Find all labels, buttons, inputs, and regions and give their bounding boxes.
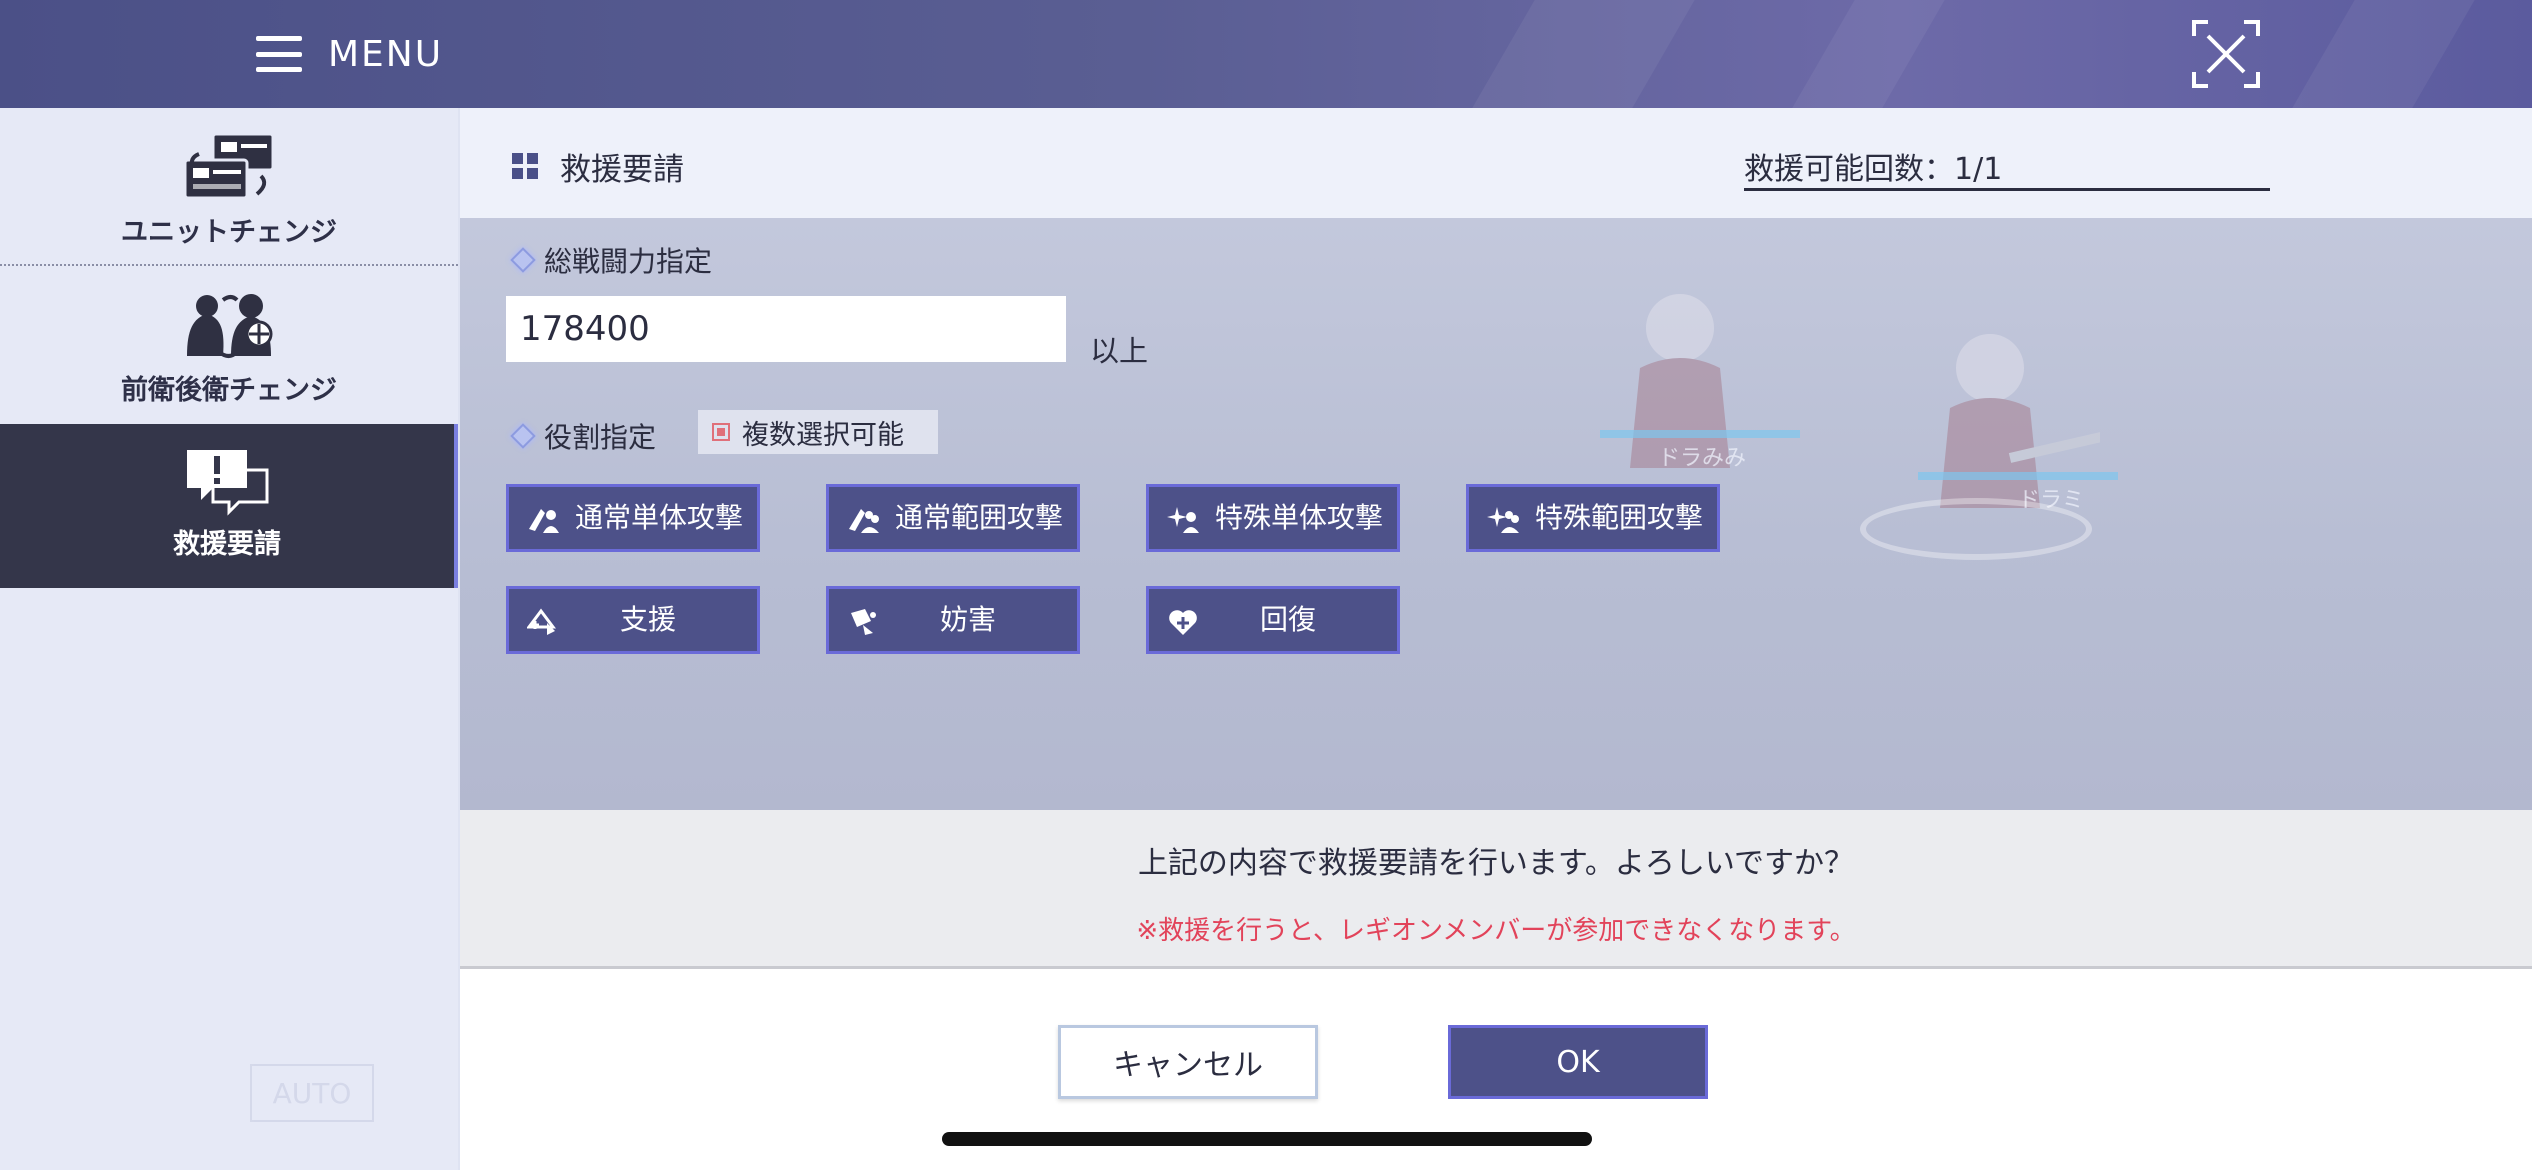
role-label-text: 役割指定	[544, 421, 657, 454]
top-bar: MENU	[0, 0, 2532, 108]
unit-change-icon	[183, 132, 275, 200]
multi-select-icon	[712, 423, 730, 441]
sidebar-item-label: 救援要請	[173, 529, 281, 560]
grid-icon	[512, 153, 538, 179]
normal-range-attack-icon	[849, 509, 879, 533]
rescue-request-icon	[187, 450, 269, 516]
diamond-icon	[510, 423, 536, 449]
role-button-label: 通常範囲攻撃	[895, 501, 1064, 534]
home-indicator[interactable]	[942, 1132, 1592, 1146]
multi-select-badge: 複数選択可能	[698, 410, 938, 454]
background-hp-bar	[1918, 472, 2118, 480]
ok-button[interactable]: OK	[1448, 1025, 1708, 1099]
role-button-label: 特殊範囲攻撃	[1535, 501, 1704, 534]
power-label-text: 総戦闘力指定	[544, 245, 713, 278]
header-decoration	[1442, 0, 1718, 108]
role-button-normal-single[interactable]: 通常単体攻撃	[506, 484, 760, 552]
role-button-label: 特殊単体攻撃	[1215, 501, 1384, 534]
menu-button[interactable]: MENU	[256, 30, 443, 78]
header-decoration	[2262, 0, 2498, 108]
role-button-normal-range[interactable]: 通常範囲攻撃	[826, 484, 1080, 552]
sidebar-item-label: ユニットチェンジ	[121, 217, 337, 248]
power-input[interactable]	[506, 296, 1066, 362]
hamburger-icon	[256, 36, 302, 72]
role-button-support[interactable]: 支援	[506, 586, 760, 654]
role-button-label: 妨害	[939, 603, 996, 636]
background-ring	[1860, 498, 2092, 560]
role-button-label: 通常単体攻撃	[575, 501, 744, 534]
close-button[interactable]	[2190, 18, 2262, 90]
special-range-attack-icon	[1487, 507, 1519, 533]
menu-label: MENU	[328, 33, 444, 75]
special-single-attack-icon	[1167, 507, 1199, 533]
normal-single-attack-icon	[529, 509, 559, 533]
background-name: ドラみみ	[1658, 446, 1747, 471]
role-button-special-single[interactable]: 特殊単体攻撃	[1146, 484, 1400, 552]
rescue-settings-panel: ドラみみ ドラミ 総戦闘力指定 以上 役割指定 複数選択可能 通常単体攻撃 通常…	[460, 218, 2532, 810]
multi-select-text: 複数選択可能	[742, 419, 904, 451]
sidebar-item-position-change[interactable]: 前衛後衛チェンジ	[0, 290, 458, 420]
role-button-label: 回復	[1259, 603, 1316, 636]
confirm-warning: ※救援を行うと、レギオンメンバーが参加できなくなります。	[1136, 916, 1856, 946]
confirm-question: 上記の内容で救援要請を行います。よろしいですか？	[1137, 846, 1855, 881]
sidebar-item-unit-change[interactable]: ユニットチェンジ	[0, 132, 458, 262]
header-decoration	[1762, 0, 1968, 108]
panel-header: 救援要請 救援可能回数：1/1	[460, 108, 2532, 218]
role-section-label: 役割指定	[510, 416, 657, 456]
cancel-button[interactable]: キャンセル	[1058, 1025, 1318, 1099]
auto-toggle[interactable]: AUTO	[250, 1064, 374, 1122]
sidebar-item-rescue-request[interactable]: 救援要請	[0, 424, 458, 588]
power-section-label: 総戦闘力指定	[510, 240, 713, 280]
close-icon	[2192, 20, 2260, 88]
page-title: 救援要請	[560, 152, 684, 188]
sidebar-divider	[0, 264, 458, 266]
sidebar-item-label: 前衛後衛チェンジ	[121, 375, 337, 406]
rescue-count: 救援可能回数：1/1	[1744, 144, 2270, 191]
power-suffix: 以上	[1090, 334, 1149, 368]
role-button-special-range[interactable]: 特殊範囲攻撃	[1466, 484, 1720, 552]
role-button-heal[interactable]: 回復	[1146, 586, 1400, 654]
sidebar: ユニットチェンジ 前衛後衛チェンジ 救援要請 AUTO	[0, 108, 458, 1170]
role-button-obstruct[interactable]: 妨害	[826, 586, 1080, 654]
role-button-label: 支援	[619, 603, 676, 636]
vanguard-rearguard-change-icon	[187, 294, 273, 358]
background-hp-bar	[1600, 430, 1800, 438]
diamond-icon	[510, 247, 536, 273]
confirmation-message: 上記の内容で救援要請を行います。よろしいですか？ ※救援を行うと、レギオンメンバ…	[460, 810, 2532, 969]
